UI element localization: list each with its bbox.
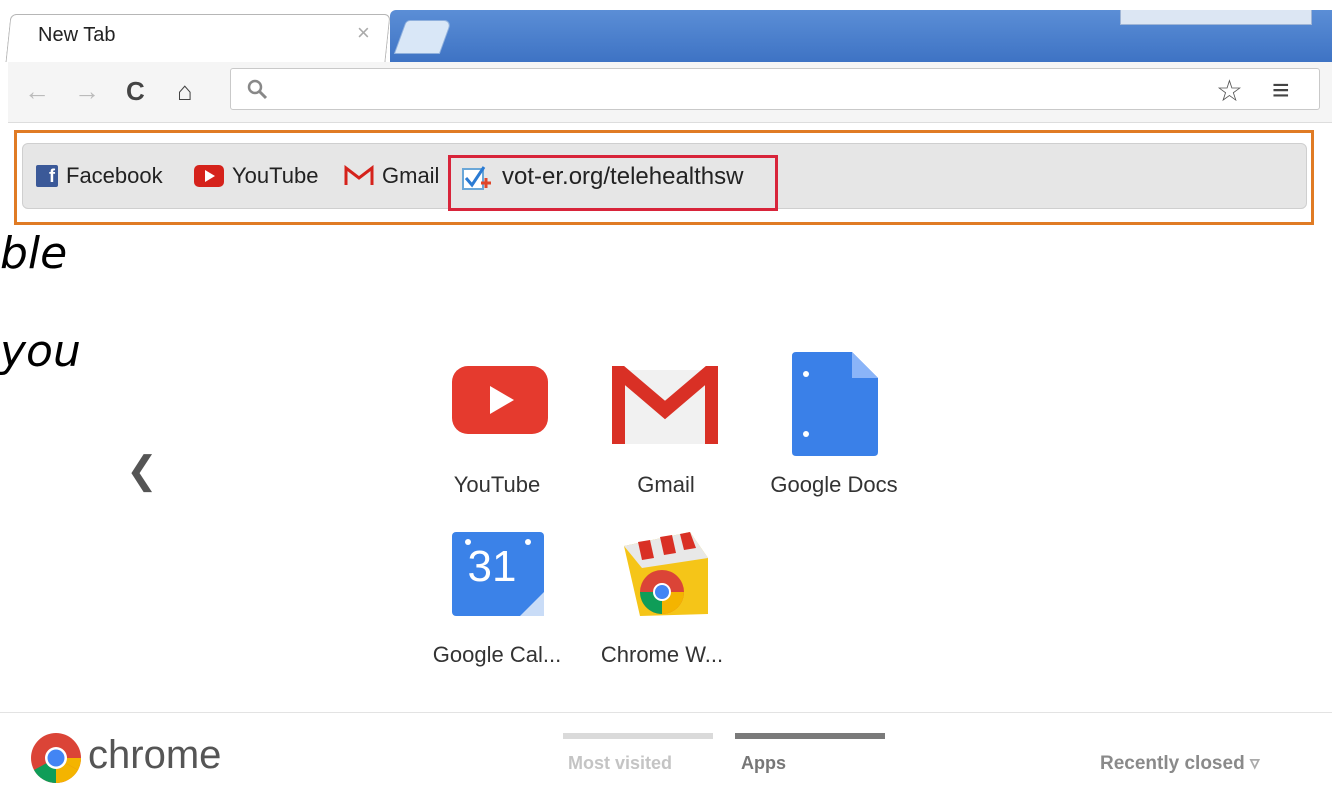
- gmail-app-icon: [612, 366, 718, 444]
- most-visited-link[interactable]: Most visited: [568, 753, 672, 774]
- tab-strip: [390, 10, 1332, 62]
- google-docs-icon: [792, 352, 878, 456]
- slide-text-line-2: you: [0, 326, 81, 377]
- chrome-wordmark: chrome: [88, 733, 222, 777]
- facebook-icon: f: [36, 165, 58, 187]
- bookmark-label: vot-er.org/telehealthsw: [502, 163, 744, 190]
- window-controls[interactable]: [1120, 10, 1312, 25]
- bookmark-youtube[interactable]: YouTube: [194, 163, 318, 189]
- omnibox[interactable]: [230, 68, 1320, 110]
- gmail-icon: [344, 165, 374, 185]
- reload-icon[interactable]: C: [126, 76, 145, 106]
- bookmark-label: YouTube: [232, 163, 319, 188]
- slide-text-line-1: ble: [0, 228, 68, 279]
- calendar-day-number: 31: [467, 542, 517, 591]
- app-label: Google Docs: [770, 472, 898, 497]
- forward-arrow-icon[interactable]: →: [74, 76, 100, 106]
- home-icon[interactable]: ⌂: [177, 76, 193, 106]
- chrome-logo-icon: [31, 733, 82, 784]
- bookmark-label: Gmail: [382, 163, 440, 188]
- back-arrow-icon[interactable]: ←: [24, 76, 50, 106]
- dropdown-arrow-icon: ▿: [1249, 753, 1260, 774]
- bookmark-facebook[interactable]: f Facebook: [36, 163, 163, 189]
- title-bar: New Tab ×: [0, 0, 1332, 62]
- recently-closed-menu[interactable]: Recently closed ▿: [1100, 752, 1260, 775]
- most-visited-indicator: [563, 733, 713, 739]
- search-icon: [247, 79, 268, 100]
- chrome-web-store-icon: [624, 532, 708, 616]
- tab-close-icon[interactable]: ×: [357, 22, 370, 44]
- apps-indicator: [735, 733, 885, 739]
- apps-link[interactable]: Apps: [741, 753, 786, 774]
- recently-closed-label: Recently closed: [1100, 753, 1245, 774]
- bookmark-label: Facebook: [66, 163, 163, 188]
- bookmark-gmail[interactable]: Gmail: [344, 163, 439, 189]
- checkmark-plus-icon: [462, 166, 491, 190]
- menu-icon[interactable]: ≡: [1272, 76, 1290, 106]
- previous-page-arrow-icon[interactable]: ❮: [126, 452, 158, 490]
- youtube-icon: [194, 165, 224, 187]
- app-label: Chrome W...: [600, 642, 724, 667]
- tab-title: New Tab: [38, 24, 116, 46]
- bookmark-vot-er[interactable]: vot-er.org/telehealthsw: [462, 163, 743, 191]
- youtube-app-icon: [452, 366, 548, 434]
- bookmark-star-icon[interactable]: ☆: [1216, 77, 1243, 107]
